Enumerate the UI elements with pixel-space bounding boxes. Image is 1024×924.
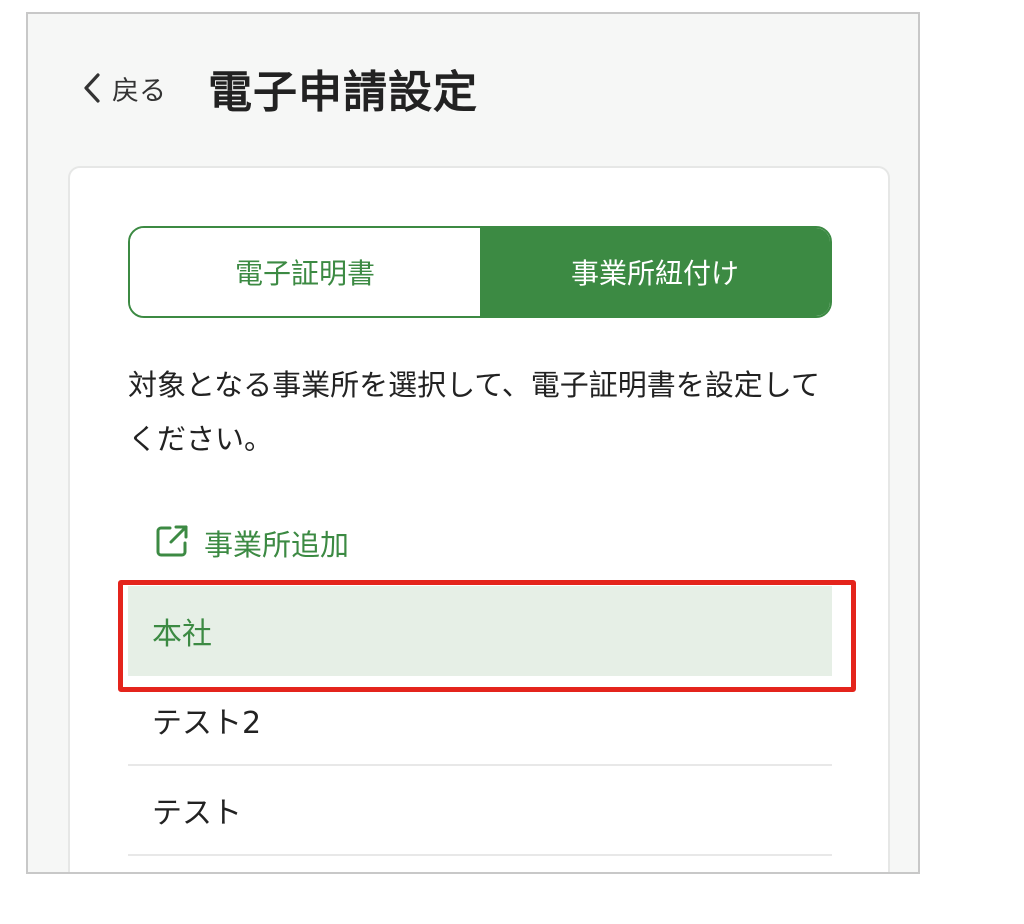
add-office-label: 事業所追加 [204,528,350,562]
external-link-icon [154,523,190,563]
tab-certificate[interactable]: 電子証明書 [130,228,480,316]
tab-office-link[interactable]: 事業所紐付け [480,228,830,316]
office-list: 本社 テスト2 テスト [128,586,832,856]
instruction-text: 対象となる事業所を選択して、電子証明書を設定してください。 [128,368,820,456]
back-button[interactable]: 戻る [82,69,166,108]
page-title: 電子申請設定 [208,67,478,118]
back-label: 戻る [112,75,166,107]
tab-switcher: 電子証明書 事業所紐付け [128,226,832,318]
office-item-headquarters[interactable]: 本社 [128,586,832,676]
add-office-link[interactable]: 事業所追加 [154,522,349,564]
office-item-test[interactable]: テスト [128,766,832,856]
page-header: 戻る 電子申請設定 [82,58,478,118]
office-item-test2[interactable]: テスト2 [128,676,832,766]
chevron-left-icon [82,72,102,104]
content-card: 電子証明書 事業所紐付け 対象となる事業所を選択して、電子証明書を設定してくださ… [68,166,890,872]
settings-panel: 戻る 電子申請設定 電子証明書 事業所紐付け 対象となる事業所を選択して、電子証… [26,12,920,874]
